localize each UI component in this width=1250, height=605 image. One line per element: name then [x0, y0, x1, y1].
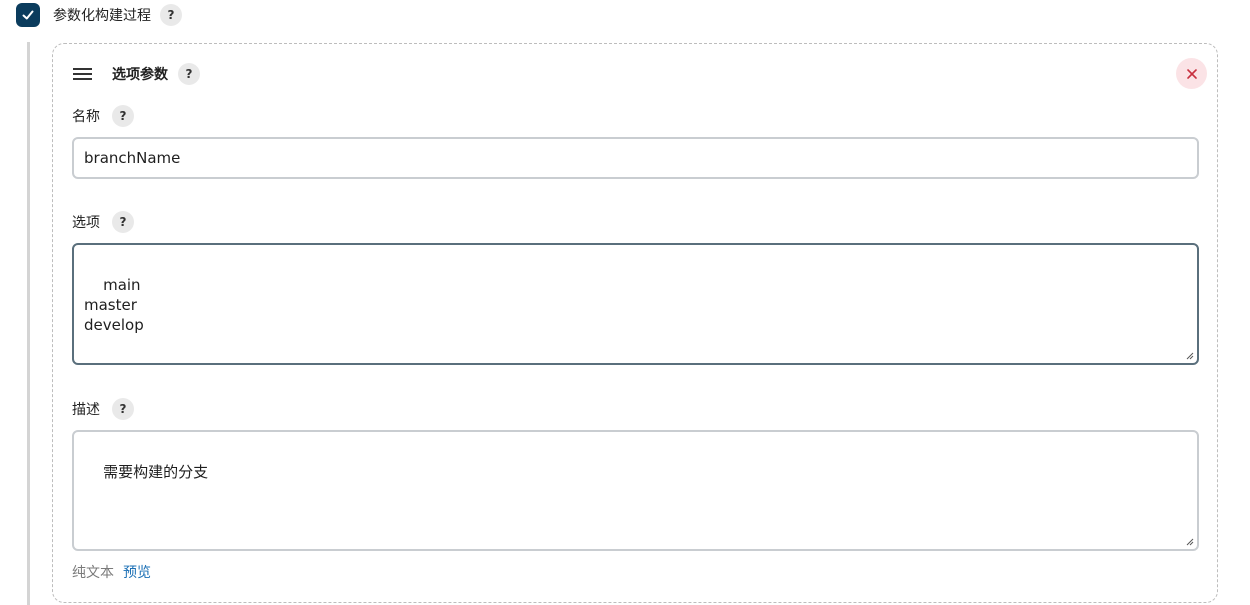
card-title: 选项参数	[112, 67, 168, 83]
card-help-icon[interactable]: ?	[178, 63, 200, 85]
parameterized-build-row: 参数化构建过程 ?	[16, 3, 182, 27]
choices-textarea-content: main master develop	[84, 276, 144, 334]
parameterized-build-label[interactable]: 参数化构建过程	[53, 5, 151, 25]
choices-help-icon[interactable]: ?	[112, 211, 134, 233]
choices-label-text: 选项	[72, 215, 100, 231]
drag-handle-icon[interactable]	[73, 68, 92, 80]
name-help-icon[interactable]: ?	[112, 105, 134, 127]
resize-grip-icon[interactable]	[1186, 352, 1194, 360]
name-label-text: 名称	[72, 109, 100, 125]
description-textarea[interactable]: 需要构建的分支	[72, 430, 1199, 551]
choices-textarea[interactable]: main master develop	[72, 243, 1199, 365]
close-icon	[1186, 68, 1197, 79]
delete-parameter-button[interactable]	[1176, 58, 1207, 89]
card-header: 选项参数 ?	[73, 62, 200, 86]
preview-link[interactable]: 预览	[123, 562, 151, 582]
parameter-config-page: 参数化构建过程 ? 选项参数 ? 名称 ? 选项 ? main master d…	[0, 0, 1250, 605]
description-help-icon[interactable]: ?	[112, 398, 134, 420]
description-field-label: 描述 ?	[72, 398, 134, 420]
resize-grip-icon[interactable]	[1186, 538, 1194, 546]
description-format-footer: 纯文本 预览	[72, 562, 151, 582]
description-label-text: 描述	[72, 402, 100, 418]
section-rail	[27, 42, 30, 605]
name-input[interactable]	[72, 137, 1199, 179]
plain-text-label: 纯文本	[72, 565, 114, 581]
parameterized-help-icon[interactable]: ?	[160, 4, 182, 26]
parameterized-build-checkbox[interactable]	[16, 3, 40, 27]
choices-field-label: 选项 ?	[72, 211, 134, 233]
checkmark-icon	[22, 10, 34, 20]
description-textarea-content: 需要构建的分支	[103, 463, 209, 481]
name-field-label: 名称 ?	[72, 105, 134, 127]
